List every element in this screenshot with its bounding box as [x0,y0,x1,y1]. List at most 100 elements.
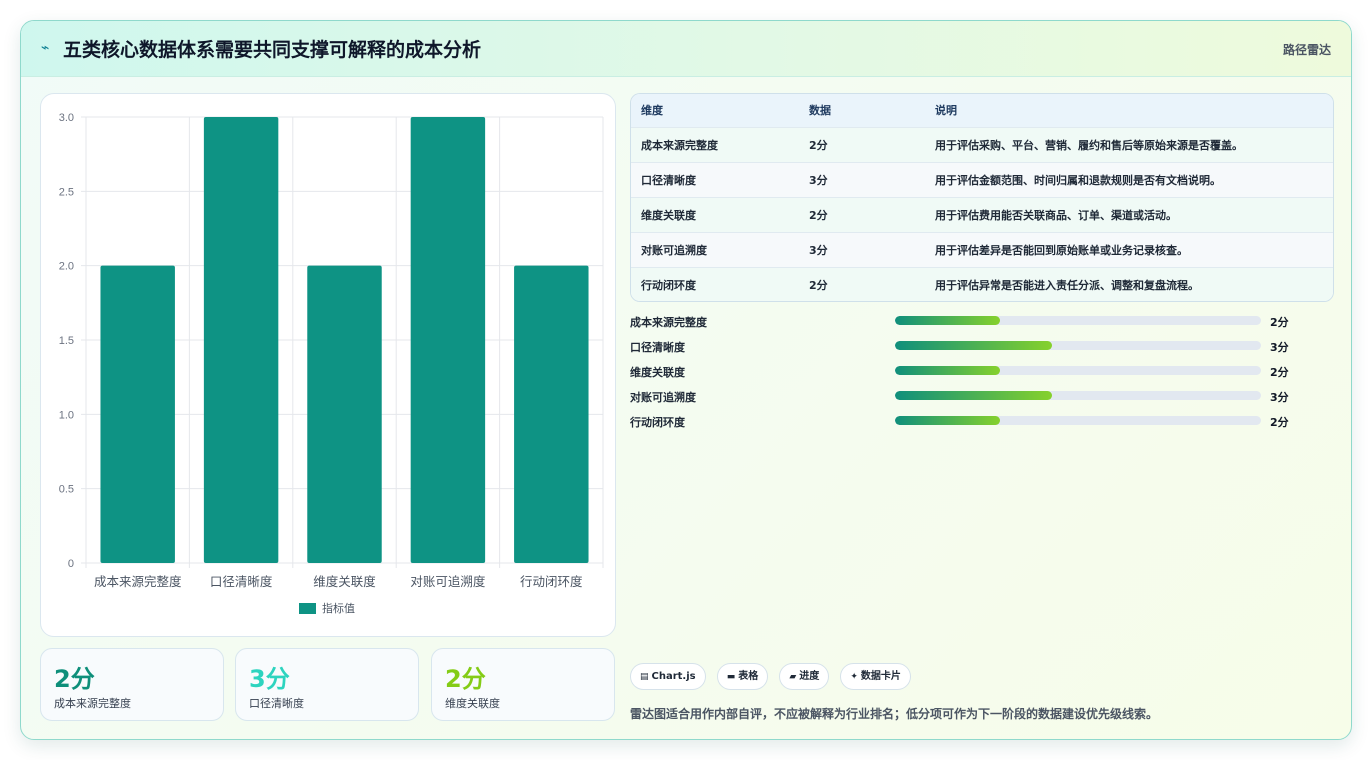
progress-track [895,416,1261,425]
data-table: 维度 数据 说明 成本来源完整度 2分 用于评估采购、平台、营销、履约和售后等原… [630,93,1334,302]
column-header: 数据 [809,104,831,118]
progress-track [895,391,1261,400]
stat-label: 口径清晰度 [249,697,304,710]
stat-label: 成本来源完整度 [54,697,131,710]
progress-fill [895,316,1000,325]
y-tick-label: 0.5 [59,484,74,496]
y-tick-label: 3.0 [59,112,74,124]
bar [100,265,175,563]
table-cell: 用于评估异常是否能进入责任分派、调整和复盘流程。 [935,278,1199,292]
progress-value: 2分 [1270,316,1289,329]
card-header: ⌁ 五类核心数据体系需要共同支撑可解释的成本分析 路径雷达 [21,21,1351,77]
table-cell: 成本来源完整度 [641,138,718,152]
y-tick-label: 1.0 [59,409,74,421]
x-tick-label: 维度关联度 [313,574,376,589]
table-cell: 对账可追溯度 [641,243,707,257]
table-header-row: 维度 数据 说明 [631,94,1333,127]
progress-label: 维度关联度 [630,366,685,379]
progress-value: 2分 [1270,366,1289,379]
bar [514,265,589,563]
bar [410,117,486,563]
progress-label: 行动闭环度 [630,416,685,429]
y-tick-label: 2.0 [59,261,74,273]
x-tick-label: 口径清晰度 [210,574,273,589]
table-cell: 用于评估费用能否关联商品、订单、渠道或活动。 [935,208,1177,222]
progress-fill [895,366,1000,375]
progress-fill [895,416,1000,425]
progress-value: 3分 [1270,391,1289,404]
column-header: 说明 [935,104,957,118]
bar [307,265,382,563]
bar-chart-panel: 0 0.5 1.0 1.5 2.0 2.5 3.0 成本来源完整度 口径清晰度 维度关联度 对账可追… [40,93,616,637]
progress-row: 维度关联度 2分 [630,363,1330,388]
table-row: 对账可追溯度 3分 用于评估差异是否能回到原始账单或业务记录核查。 [631,232,1333,267]
tag-row: ▤ Chart.js ▬ 表格 ▰ 进度 ✦ 数据卡片 [630,663,917,691]
tag-chartjs[interactable]: ▤ Chart.js [630,663,706,690]
page-title: 五类核心数据体系需要共同支撑可解释的成本分析 [63,39,482,61]
column-header: 维度 [641,104,663,118]
progress-row: 口径清晰度 3分 [630,338,1330,363]
tag-label: 数据卡片 [860,671,901,682]
table-cell: 行动闭环度 [641,278,696,292]
stat-value: 3分 [249,665,290,693]
progress-row: 对账可追溯度 3分 [630,388,1330,413]
legend-label: 指标值 [322,601,355,615]
table-cell: 用于评估金额范围、时间归属和退款规则是否有文档说明。 [935,173,1221,187]
table-row: 行动闭环度 2分 用于评估异常是否能进入责任分派、调整和复盘流程。 [631,267,1333,301]
tag-table[interactable]: ▬ 表格 [716,663,769,690]
table-cell: 用于评估差异是否能回到原始账单或业务记录核查。 [935,243,1188,257]
table-cell: 口径清晰度 [641,173,696,187]
y-tick-label: 2.5 [59,186,74,198]
header-tag: 路径雷达 [1282,43,1331,57]
progress-row: 成本来源完整度 2分 [630,313,1330,338]
table-row: 成本来源完整度 2分 用于评估采购、平台、营销、履约和售后等原始来源是否覆盖。 [631,127,1333,162]
y-tick-label: 1.5 [59,335,74,347]
y-tick-label: 0 [68,558,74,570]
tag-label: 表格 [738,671,759,682]
stat-card-1: 2分 成本来源完整度 [40,648,224,721]
progress-track [895,341,1261,350]
progress-list: 成本来源完整度 2分 口径清晰度 3分 维度关联度 2分 对账可追溯度 3分 行… [630,313,1330,438]
progress-fill [895,391,1052,400]
x-tick-label: 对账可追溯度 [410,574,486,589]
trend-icon: ⌁ [41,40,50,56]
x-tick-label: 成本来源完整度 [94,574,182,589]
tag-data-card[interactable]: ✦ 数据卡片 [840,663,911,690]
table-cell: 3分 [809,243,828,257]
progress-value: 3分 [1270,341,1289,354]
progress-label: 成本来源完整度 [630,316,707,329]
footnote: 雷达图适合用作内部自评，不应被解释为行业排名；低分项可作为下一阶段的数据建设优先… [630,707,1159,721]
progress-label: 口径清晰度 [630,341,685,354]
chart-icon: ▤ [640,672,649,682]
table-cell: 用于评估采购、平台、营销、履约和售后等原始来源是否覆盖。 [935,138,1243,152]
tag-label: Chart.js [651,671,696,682]
table-cell: 维度关联度 [641,208,696,222]
progress-icon: ▰ [789,672,797,682]
table-icon: ▬ [726,672,736,682]
progress-track [895,316,1261,325]
tag-label: 进度 [799,671,820,682]
table-row: 口径清晰度 3分 用于评估金额范围、时间归属和退款规则是否有文档说明。 [631,162,1333,197]
progress-fill [895,341,1052,350]
progress-label: 对账可追溯度 [630,391,696,404]
stat-value: 2分 [54,665,95,693]
table-cell: 2分 [809,138,828,152]
table-cell: 2分 [809,278,828,292]
bar-chart: 0 0.5 1.0 1.5 2.0 2.5 3.0 成本来源完整度 口径清晰度 维度关联度 对账可追… [59,112,604,615]
stat-label: 维度关联度 [445,697,500,710]
bar [203,117,279,563]
table-cell: 2分 [809,208,828,222]
progress-value: 2分 [1270,416,1289,429]
progress-row: 行动闭环度 2分 [630,413,1330,438]
table-cell: 3分 [809,173,828,187]
progress-track [895,366,1261,375]
stat-card-3: 2分 维度关联度 [431,648,615,721]
main-card: ⌁ 五类核心数据体系需要共同支撑可解释的成本分析 路径雷达 0 0.5 1.0 1.5… [20,20,1352,740]
stat-value: 2分 [445,665,486,693]
table-row: 维度关联度 2分 用于评估费用能否关联商品、订单、渠道或活动。 [631,197,1333,232]
tag-progress[interactable]: ▰ 进度 [779,663,830,690]
sparkle-icon: ✦ [850,672,858,682]
legend-swatch [299,603,316,614]
x-tick-label: 行动闭环度 [520,574,583,589]
stat-card-2: 3分 口径清晰度 [235,648,419,721]
